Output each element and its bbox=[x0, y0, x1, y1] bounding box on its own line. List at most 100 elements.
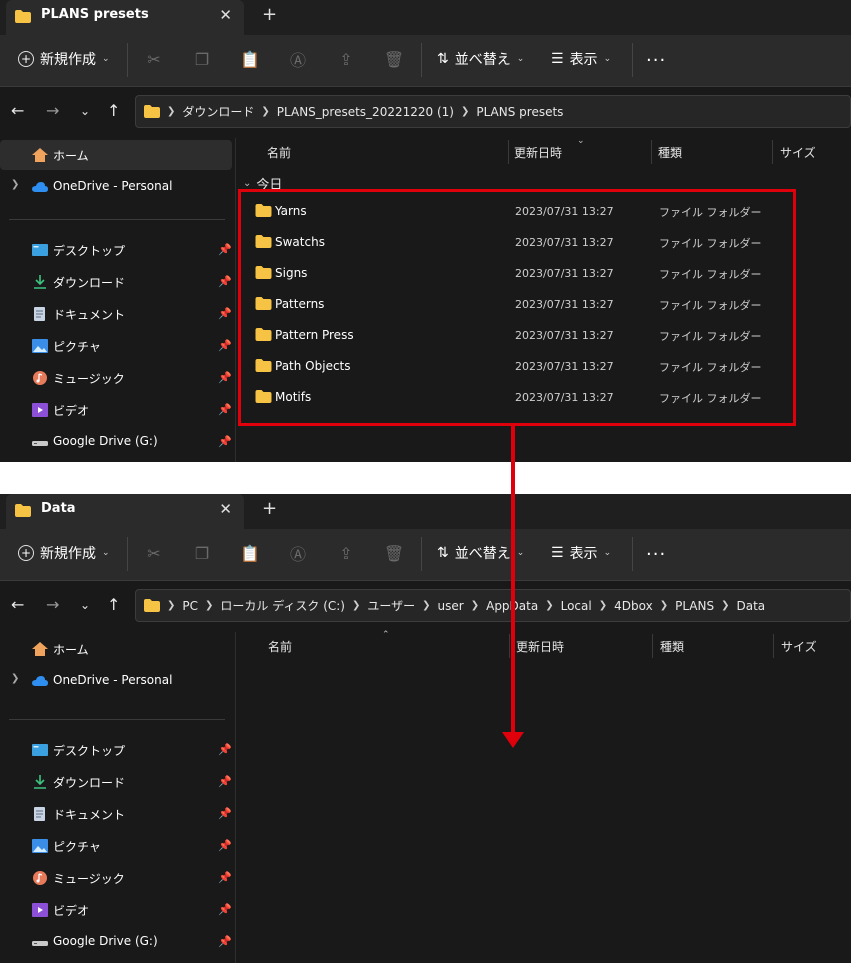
sidebar-item-music[interactable]: ミュージック 📌 bbox=[0, 863, 232, 893]
chevron-right-icon[interactable]: ❯ bbox=[11, 179, 19, 190]
forward-arrow-icon[interactable]: → bbox=[46, 595, 59, 614]
column-header-date[interactable]: 更新日時 bbox=[516, 638, 564, 655]
sidebar-item-videos[interactable]: ビデオ 📌 bbox=[0, 895, 232, 925]
sidebar-divider bbox=[9, 719, 225, 720]
view-button[interactable]: ☰ 表示 ⌄ bbox=[551, 543, 611, 563]
list-item[interactable]: Signs 2023/07/31 13:27 ファイル フォルダー bbox=[251, 258, 811, 289]
delete-icon[interactable]: 🗑 bbox=[382, 47, 406, 71]
list-item[interactable]: Motifs 2023/07/31 13:27 ファイル フォルダー bbox=[251, 382, 811, 413]
column-header-date[interactable]: 更新日時 bbox=[514, 144, 562, 161]
sidebar-item-downloads[interactable]: ダウンロード 📌 bbox=[0, 767, 232, 797]
breadcrumb-item[interactable]: ユーザー bbox=[367, 597, 415, 614]
column-divider[interactable] bbox=[508, 140, 509, 164]
cut-icon[interactable]: ✂ bbox=[142, 47, 166, 71]
breadcrumb-item[interactable]: ダウンロード bbox=[182, 103, 254, 120]
toolbar-divider bbox=[421, 43, 422, 77]
address-bar[interactable]: ❯ ダウンロード ❯ PLANS_presets_20221220 (1) ❯ … bbox=[135, 95, 851, 128]
column-divider[interactable] bbox=[509, 634, 510, 658]
column-header-type[interactable]: 種類 bbox=[658, 144, 682, 161]
share-icon[interactable]: ⇪ bbox=[334, 47, 358, 71]
sidebar-item-home[interactable]: ホーム bbox=[0, 140, 232, 170]
address-bar[interactable]: ❯ PC ❯ ローカル ディスク (C:) ❯ ユーザー ❯ user ❯ Ap… bbox=[135, 589, 851, 622]
breadcrumb-item[interactable]: PC bbox=[182, 599, 198, 613]
rename-icon[interactable]: Ⓐ bbox=[286, 541, 310, 565]
back-arrow-icon[interactable]: ← bbox=[11, 595, 24, 614]
breadcrumb-item[interactable]: ローカル ディスク (C:) bbox=[220, 597, 345, 614]
chevron-right-icon[interactable]: ❯ bbox=[11, 673, 19, 684]
pin-icon: 📌 bbox=[218, 435, 232, 448]
close-icon[interactable]: ✕ bbox=[219, 500, 232, 518]
sidebar-item-google-drive[interactable]: Google Drive (G:) 📌 bbox=[0, 927, 232, 957]
column-header-name[interactable]: 名前 bbox=[267, 144, 291, 161]
list-item[interactable]: Yarns 2023/07/31 13:27 ファイル フォルダー bbox=[251, 196, 811, 227]
breadcrumb-item[interactable]: Data bbox=[736, 599, 765, 613]
sort-button[interactable]: ⇅ 並べ替え ⌄ bbox=[437, 49, 524, 69]
column-header-size[interactable]: サイズ bbox=[781, 638, 817, 655]
breadcrumb-chevron-icon: ❯ bbox=[545, 600, 554, 611]
sidebar-item-onedrive[interactable]: ❯ OneDrive - Personal bbox=[0, 666, 232, 696]
recent-locations-chevron-icon[interactable]: ⌄ bbox=[80, 104, 90, 118]
new-button[interactable]: + 新規作成 ⌄ bbox=[18, 543, 110, 563]
paste-icon[interactable]: 📋 bbox=[238, 47, 262, 71]
copy-icon[interactable]: ❐ bbox=[190, 541, 214, 565]
delete-icon[interactable]: 🗑 bbox=[382, 541, 406, 565]
sidebar-item-videos[interactable]: ビデオ 📌 bbox=[0, 395, 232, 425]
command-bar: + 新規作成 ⌄ ✂ ❐ 📋 Ⓐ ⇪ 🗑 ⇅ 並べ替え ⌄ ☰ 表示 ⌄ ... bbox=[0, 529, 851, 581]
up-arrow-icon[interactable]: ↑ bbox=[107, 595, 120, 614]
sidebar-item-onedrive[interactable]: ❯ OneDrive - Personal bbox=[0, 172, 232, 202]
column-divider[interactable] bbox=[651, 140, 652, 164]
sidebar-item-home[interactable]: ホーム bbox=[0, 634, 232, 664]
new-tab-button[interactable]: + bbox=[262, 4, 277, 25]
copy-icon[interactable]: ❐ bbox=[190, 47, 214, 71]
tab-plans-presets[interactable]: PLANS presets ✕ bbox=[6, 0, 244, 35]
close-icon[interactable]: ✕ bbox=[219, 6, 232, 24]
sidebar-item-pictures[interactable]: ピクチャ 📌 bbox=[0, 331, 232, 361]
new-tab-button[interactable]: + bbox=[262, 498, 277, 519]
breadcrumb-item[interactable]: PLANS bbox=[675, 599, 714, 613]
column-header-size[interactable]: サイズ bbox=[780, 144, 816, 161]
more-options-button[interactable]: ... bbox=[646, 539, 666, 560]
view-button-label: 表示 bbox=[569, 546, 598, 562]
forward-arrow-icon[interactable]: → bbox=[46, 101, 59, 120]
list-item[interactable]: Patterns 2023/07/31 13:27 ファイル フォルダー bbox=[251, 289, 811, 320]
sidebar-item-desktop[interactable]: デスクトップ 📌 bbox=[0, 735, 232, 765]
paste-icon[interactable]: 📋 bbox=[238, 541, 262, 565]
sidebar-item-downloads[interactable]: ダウンロード 📌 bbox=[0, 267, 232, 297]
sidebar-item-documents[interactable]: ドキュメント 📌 bbox=[0, 799, 232, 829]
breadcrumb-item[interactable]: user bbox=[438, 599, 464, 613]
sidebar-item-pictures[interactable]: ピクチャ 📌 bbox=[0, 831, 232, 861]
sidebar-divider bbox=[9, 219, 225, 220]
breadcrumb-item[interactable]: 4Dbox bbox=[614, 599, 653, 613]
list-item[interactable]: Path Objects 2023/07/31 13:27 ファイル フォルダー bbox=[251, 351, 811, 382]
more-options-button[interactable]: ... bbox=[646, 45, 666, 66]
tab-data[interactable]: Data ✕ bbox=[6, 494, 244, 529]
rename-icon[interactable]: Ⓐ bbox=[286, 47, 310, 71]
breadcrumb-item[interactable]: PLANS presets bbox=[476, 105, 563, 119]
column-header-name[interactable]: 名前 bbox=[268, 638, 292, 655]
group-header-today[interactable]: ⌄ 今日 bbox=[243, 174, 282, 193]
list-item[interactable]: Swatchs 2023/07/31 13:27 ファイル フォルダー bbox=[251, 227, 811, 258]
column-divider[interactable] bbox=[773, 634, 774, 658]
column-divider[interactable] bbox=[772, 140, 773, 164]
view-button[interactable]: ☰ 表示 ⌄ bbox=[551, 49, 611, 69]
back-arrow-icon[interactable]: ← bbox=[11, 101, 24, 120]
recent-locations-chevron-icon[interactable]: ⌄ bbox=[80, 598, 90, 612]
new-button[interactable]: + 新規作成 ⌄ bbox=[18, 49, 110, 69]
cut-icon[interactable]: ✂ bbox=[142, 541, 166, 565]
list-item[interactable]: Pattern Press 2023/07/31 13:27 ファイル フォルダ… bbox=[251, 320, 811, 351]
sort-ascending-icon: ⌃ bbox=[382, 630, 390, 640]
breadcrumb-item[interactable]: Local bbox=[561, 599, 592, 613]
pin-icon: 📌 bbox=[218, 307, 232, 320]
sidebar-item-music[interactable]: ミュージック 📌 bbox=[0, 363, 232, 393]
up-arrow-icon[interactable]: ↑ bbox=[107, 101, 120, 120]
share-icon[interactable]: ⇪ bbox=[334, 541, 358, 565]
tab-bar: PLANS presets ✕ + bbox=[0, 0, 851, 35]
pin-icon: 📌 bbox=[218, 339, 232, 352]
desktop-icon bbox=[32, 744, 48, 756]
column-header-type[interactable]: 種類 bbox=[660, 638, 684, 655]
sidebar-item-documents[interactable]: ドキュメント 📌 bbox=[0, 299, 232, 329]
sidebar-item-desktop[interactable]: デスクトップ 📌 bbox=[0, 235, 232, 265]
breadcrumb-item[interactable]: PLANS_presets_20221220 (1) bbox=[277, 105, 454, 119]
column-divider[interactable] bbox=[652, 634, 653, 658]
sidebar-item-google-drive[interactable]: Google Drive (G:) 📌 bbox=[0, 427, 232, 457]
